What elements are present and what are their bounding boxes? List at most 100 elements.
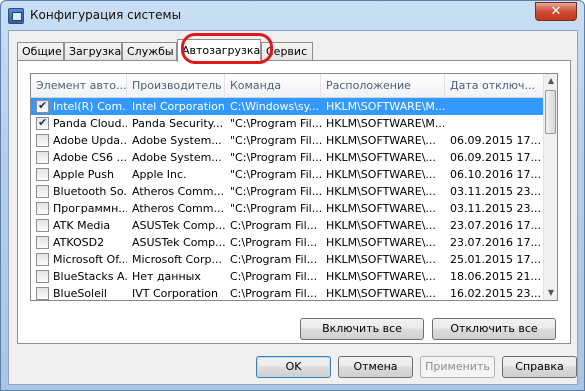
row-checkbox[interactable] (36, 219, 49, 232)
vertical-scrollbar[interactable]: ▲ ▼ (543, 74, 557, 300)
cancel-button[interactable]: Отмена (338, 356, 413, 378)
cell-startup-item: ATK Media (53, 219, 111, 232)
table-row[interactable]: ATK Media ASUSTek Comp... C:\Program Fil..… (31, 217, 545, 234)
cell-location: HKLM\SOFTWARE\... (326, 236, 436, 249)
cell-location: HKLM\SOFTWARE\... (326, 134, 436, 147)
row-checkbox[interactable] (36, 253, 49, 266)
close-button[interactable]: ✕ (535, 2, 577, 21)
tab-boot[interactable]: Загрузка (64, 42, 122, 61)
scroll-thumb[interactable] (545, 90, 556, 134)
cell-manufacturer: Panda Security... (132, 117, 224, 130)
cell-startup-item: Apple Push (53, 168, 114, 181)
cell-command: "C:\Program Fil... (230, 134, 322, 147)
cell-date-disabled: 03.11.2015 23... (450, 202, 541, 215)
cell-manufacturer: IVT Corporation (132, 287, 218, 300)
cell-date-disabled: 03.11.2015 23... (450, 185, 541, 198)
system-config-window: Конфигурация системы ✕ Общие Загрузка Сл… (0, 0, 585, 391)
cell-location: HKLM\SOFTWARE\... (326, 151, 436, 164)
cell-date-disabled: 23.07.2016 17... (450, 236, 541, 249)
cell-location: HKLM\SOFTWARE\M... (326, 100, 446, 113)
cell-manufacturer: ASUSTek Comp... (132, 219, 226, 232)
cell-startup-item: ATKOSD2 (53, 236, 105, 249)
cell-date-disabled: 23.07.2016 17... (450, 219, 541, 232)
tab-startup[interactable]: Автозагрузка (177, 39, 261, 62)
row-checkbox[interactable] (36, 270, 49, 283)
ok-button[interactable]: OK (256, 356, 331, 378)
table-row[interactable]: Adobe CS6 ... Adobe System... "C:\Program … (31, 149, 545, 166)
cell-command: C:\Program Fil... (230, 219, 318, 232)
cell-startup-item: Bluetooth So... (53, 185, 127, 198)
row-checkbox[interactable] (36, 202, 49, 215)
table-row[interactable]: Adobe Upda... Adobe System... "C:\Program … (31, 132, 545, 149)
cell-command: "C:\Program Fil... (230, 168, 322, 181)
table-row[interactable]: Panda Cloud... Panda Security... "C:\Progr… (31, 115, 545, 132)
cell-command: C:\Program Fil... (230, 253, 318, 266)
cell-command: C:\Program Fil... (230, 270, 318, 283)
cell-manufacturer: Adobe System... (132, 151, 222, 164)
tab-general[interactable]: Общие (17, 42, 64, 61)
cell-command: C:\Program Fil... (230, 236, 318, 249)
cell-date-disabled: 06.10.2016 17... (450, 168, 541, 181)
window-title: Конфигурация системы (30, 8, 182, 22)
tab-services[interactable]: Службы (122, 42, 177, 61)
table-row[interactable]: Bluetooth So... Atheros Comm... "C:\Progra… (31, 183, 545, 200)
tab-tools[interactable]: Сервис (261, 42, 313, 61)
cell-location: HKLM\SOFTWARE\... (326, 270, 436, 283)
cell-command: "C:\Program Fil... (230, 202, 322, 215)
list-header: Элемент авто... Производитель Команда Ра… (31, 74, 545, 98)
table-row[interactable]: Intel(R) Com... Intel Corporation C:\Windo… (31, 98, 545, 115)
cell-command: C:\Program Fil... (230, 287, 318, 300)
table-row[interactable]: BlueSoleil IVT Corporation C:\Program Fil.… (31, 285, 545, 300)
cell-date-disabled (450, 98, 542, 115)
cell-manufacturer: Microsoft Corp... (132, 253, 222, 266)
cell-location: HKLM\SOFTWARE\... (326, 287, 436, 300)
table-row[interactable]: Apple Push Apple Inc. "C:\Program Fil... HK… (31, 166, 545, 183)
cell-location: HKLM\SOFTWARE\... (326, 253, 436, 266)
column-header-manufacturer[interactable]: Производитель (127, 74, 225, 98)
row-checkbox[interactable] (36, 168, 49, 181)
disable-all-button[interactable]: Отключить все (432, 318, 556, 340)
help-button[interactable]: Справка (502, 356, 577, 378)
dialog-client-area: Общие Загрузка Службы Автозагрузка Серви… (8, 30, 578, 385)
table-row[interactable]: ATKOSD2 ASUSTek Comp... C:\Program Fil... H… (31, 234, 545, 251)
table-row[interactable]: BlueStacks A... Нет данных C:\Program Fil.… (31, 268, 545, 285)
cell-manufacturer: Atheros Comm... (132, 185, 224, 198)
cell-command: "C:\Program Fil... (230, 151, 322, 164)
cell-location: HKLM\SOFTWARE\... (326, 168, 436, 181)
cell-location: HKLM\SOFTWARE\... (326, 202, 436, 215)
cell-date-disabled: 18.06.2015 21... (450, 270, 541, 283)
cell-startup-item: BlueStacks A... (53, 270, 127, 283)
startup-items-list[interactable]: Элемент авто... Производитель Команда Ра… (30, 73, 558, 301)
scroll-up-arrow-icon[interactable]: ▲ (544, 74, 557, 88)
row-checkbox[interactable] (36, 99, 49, 113)
table-row[interactable]: Microsoft Of... Microsoft Corp... C:\Progr… (31, 251, 545, 268)
cell-manufacturer: Apple Inc. (132, 168, 187, 181)
cell-manufacturer: Atheros Comm... (132, 202, 224, 215)
column-header-command[interactable]: Команда (225, 74, 321, 98)
column-header-date-disabled[interactable]: Дата отключ... (445, 74, 545, 98)
row-checkbox[interactable] (36, 287, 49, 300)
row-checkbox[interactable] (36, 134, 49, 147)
cell-startup-item: Microsoft Of... (53, 253, 127, 266)
title-bar[interactable]: Конфигурация системы ✕ (1, 1, 584, 29)
cell-manufacturer: Intel Corporation (132, 100, 225, 113)
column-header-location[interactable]: Расположение (321, 74, 445, 98)
cell-date-disabled: 06.09.2015 17... (450, 134, 541, 147)
cell-startup-item: Intel(R) Com... (53, 100, 127, 113)
row-checkbox[interactable] (36, 236, 49, 249)
apply-button[interactable]: Применить (420, 356, 495, 378)
cell-startup-item: Adobe CS6 ... (53, 151, 127, 164)
row-checkbox[interactable] (36, 185, 49, 198)
scroll-down-arrow-icon[interactable]: ▼ (544, 286, 557, 300)
column-header-startup-item[interactable]: Элемент авто... (31, 74, 127, 98)
row-checkbox[interactable] (36, 151, 49, 164)
cell-startup-item: BlueSoleil (53, 287, 107, 300)
msconfig-app-icon (8, 8, 24, 24)
row-checkbox[interactable] (36, 116, 49, 130)
cell-manufacturer: Adobe System... (132, 134, 222, 147)
list-rows: Intel(R) Com... Intel Corporation C:\Windo… (31, 98, 545, 300)
cell-manufacturer: ASUSTek Comp... (132, 236, 226, 249)
cell-manufacturer: Нет данных (132, 270, 201, 283)
table-row[interactable]: Программн... Atheros Comm... "C:\Program F… (31, 200, 545, 217)
enable-all-button[interactable]: Включить все (300, 318, 424, 340)
